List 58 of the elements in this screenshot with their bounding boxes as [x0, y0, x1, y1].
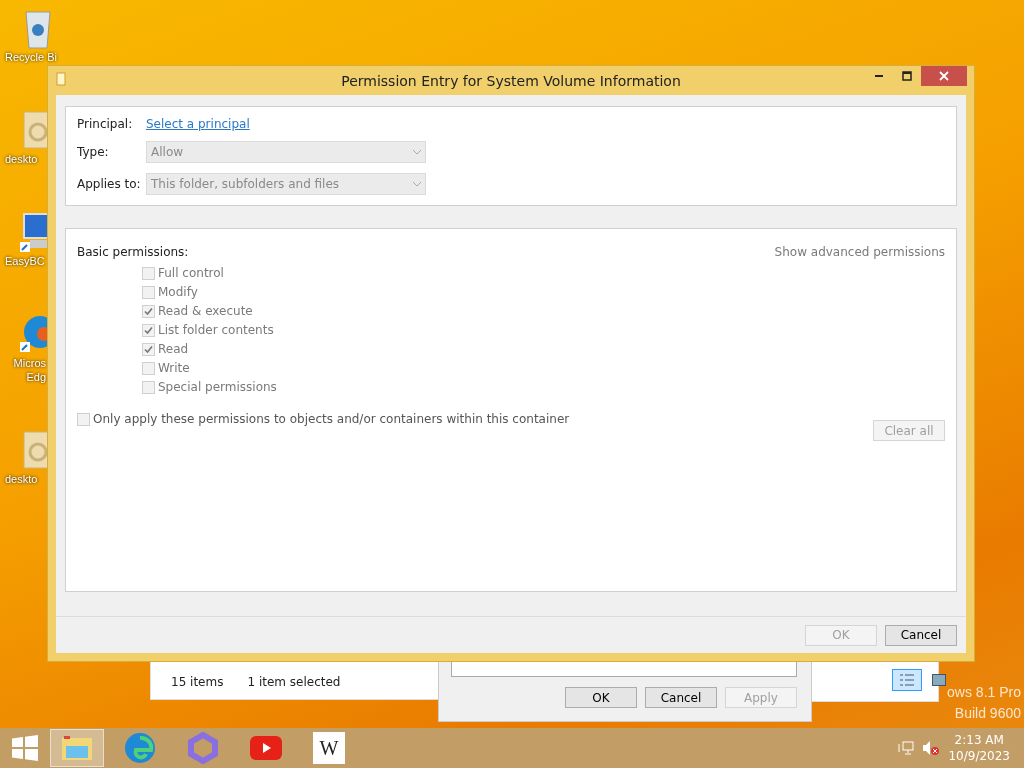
checkbox[interactable] [142, 285, 155, 299]
start-icon[interactable] [12, 735, 38, 761]
dialog-button[interactable]: OK [565, 687, 637, 708]
basic-permissions-label: Basic permissions: [77, 245, 189, 259]
checkbox[interactable] [142, 323, 155, 337]
only-apply-label: Only apply these permissions to objects and/or containers within this container [93, 412, 570, 426]
applies-to-label: Applies to: [77, 177, 142, 191]
permission-label: Modify [158, 285, 198, 299]
clear-all-button[interactable]: Clear all [873, 420, 945, 441]
desktop-icon-label[interactable]: EasyBC [5, 254, 45, 268]
wiki-icon: W [313, 732, 345, 764]
checkbox[interactable] [142, 304, 155, 318]
permission-label: Write [158, 361, 190, 375]
folder-icon [56, 72, 66, 86]
permission-label: List folder contents [158, 323, 274, 337]
taskbar-app-button[interactable]: W [302, 729, 356, 767]
os-build-text: Build 9600 [953, 705, 1021, 721]
advanced-permissions-link[interactable]: Show advanced permissions [774, 245, 945, 259]
checkbox[interactable] [142, 361, 155, 375]
desktop-icon-label[interactable]: deskto [5, 152, 38, 166]
browser-icon [124, 732, 156, 764]
chevron-down-icon [413, 149, 421, 155]
desktop-icon-label[interactable]: Recycle Bi [5, 50, 57, 64]
minimize-icon [874, 75, 884, 77]
chevron-down-icon [413, 181, 421, 187]
permission-label: Read & execute [158, 304, 253, 318]
permission-label: Full control [158, 266, 224, 280]
muted-speaker-icon[interactable] [922, 740, 941, 756]
type-dropdown[interactable]: Allow [146, 141, 426, 163]
dialog-button[interactable]: Cancel [645, 687, 717, 708]
ring-icon [187, 732, 219, 764]
permission-label: Read [158, 342, 189, 356]
selection-count: 1 item selected [247, 675, 341, 689]
checkbox[interactable] [142, 266, 155, 280]
list-icon [900, 674, 914, 686]
type-label: Type: [77, 145, 110, 159]
folder-icon [60, 734, 94, 762]
clock[interactable]: 2:13 AM 10/9/2023 [948, 732, 1010, 764]
os-build-text: ows 8.1 Pro [947, 684, 1021, 700]
dialog-button[interactable]: Cancel [885, 624, 957, 646]
taskbar-app-button[interactable] [50, 729, 104, 767]
desktop-icon-label[interactable]: Micros Edg [5, 356, 46, 384]
picture-icon [932, 674, 946, 686]
desktop-icon-label[interactable]: deskto [5, 472, 38, 486]
item-count: 15 items [171, 675, 224, 689]
principal-label: Principal: [77, 117, 134, 131]
network-icon[interactable] [898, 740, 915, 756]
applies-to-dropdown[interactable]: This folder, subfolders and files [146, 173, 426, 195]
maximize-icon [902, 71, 912, 81]
permission-label: Special permissions [158, 380, 277, 394]
select-principal-link[interactable]: Select a principal [146, 117, 250, 131]
close-icon [939, 71, 949, 81]
checkbox[interactable] [77, 412, 90, 426]
checkbox[interactable] [142, 380, 155, 394]
play-icon [250, 736, 282, 760]
window-title: Permission Entry for System Volume Information [341, 72, 681, 89]
checkbox[interactable] [142, 342, 155, 356]
close-button[interactable] [921, 66, 967, 86]
